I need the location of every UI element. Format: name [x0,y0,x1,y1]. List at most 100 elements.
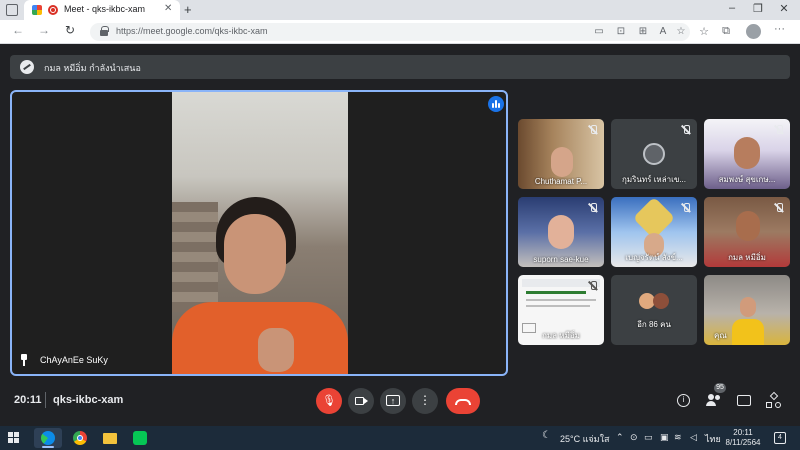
microphone-toggle-button[interactable]: 🎙 [316,388,342,414]
info-icon: i [677,394,690,407]
camera-toggle-button[interactable] [348,388,374,414]
weather-moon-icon[interactable]: ☾ [542,430,551,441]
meeting-details-button[interactable]: i [675,392,693,410]
people-button[interactable] [705,392,723,410]
forward-button[interactable]: → [36,23,52,37]
mic-off-icon [681,203,691,213]
shared-screen-line [526,305,590,307]
maximize-button[interactable]: ❐ [748,2,768,15]
minimize-button[interactable]: – [722,2,742,14]
more-options-button[interactable]: ⋮ [412,388,438,414]
speaker-face [224,214,286,294]
folder-icon [103,433,117,444]
meet-favicon-icon [32,5,42,15]
favorites-bar-icon[interactable]: ☆ [696,25,712,38]
participant-name: คุณ [714,331,727,340]
taskbar-edge-app[interactable] [34,428,62,448]
participant-tile[interactable]: Chuthamat P... [518,119,604,189]
recording-indicator-icon [48,5,58,15]
activities-button[interactable] [765,391,783,410]
taskbar-chrome-app[interactable] [66,428,94,448]
notification-center-icon[interactable]: 4 [774,432,786,444]
tray-chevron-icon[interactable]: ⌃ [616,432,624,443]
new-tab-button[interactable]: + [184,2,192,17]
taskbar-line-app[interactable] [126,428,154,448]
present-arrow-icon: ↑ [390,396,396,406]
participant-name: กมล หมีอิ่ม [542,331,580,340]
hang-up-icon [455,399,471,405]
collections-icon[interactable]: ⧉ [718,25,734,38]
profile-avatar[interactable] [746,24,761,39]
video-background-stairs [172,202,218,312]
chat-button[interactable] [735,392,753,410]
read-aloud-icon[interactable]: A [656,26,670,37]
camera-icon [355,397,364,405]
cast-icon[interactable]: ⊡ [614,26,628,37]
participant-tile[interactable]: suporn sae-kue [518,197,604,267]
taskbar-file-explorer[interactable] [96,428,124,448]
participant-tile[interactable]: กุมรินทร์ เหล่าเข... [611,119,697,189]
weather-text[interactable]: 25°C แจ่มใส [560,432,610,446]
mic-off-icon [588,281,598,291]
speaker-video [172,92,348,374]
tray-battery-icon[interactable]: ▭ [644,432,653,443]
line-icon [133,431,147,445]
browser-tab-meet[interactable]: Meet - qks-ikbc-xam ✕ [24,0,180,20]
taskbar-clock[interactable]: 20:11 8/11/2564 [720,428,766,448]
install-app-icon[interactable]: ⊞ [636,26,650,37]
camera-in-use-icon[interactable]: ▭ [592,26,606,37]
participant-figure [551,147,573,177]
activities-icon-shape [775,402,781,408]
main-speaker-tile[interactable]: ChAyAnEe SuKy [10,90,508,376]
tray-wifi-icon[interactable]: ≋ [674,432,682,443]
pin-icon[interactable] [20,354,28,366]
activities-icon-shape [766,402,772,408]
present-screen-button[interactable]: ↑ [380,388,406,414]
participant-tile[interactable]: กมล หมีอิ่ม [704,197,790,267]
participant-tile-self[interactable]: คุณ [704,275,790,345]
speaker-hand [258,328,294,372]
clock-time: 20:11 [733,428,753,437]
shared-screen-line [526,299,596,301]
windows-taskbar: ☾ 25°C แจ่มใส ⌃ ⊙ ▭ ▣ ≋ ◁ ไทย 20:11 8/11… [0,426,800,450]
people-icon [708,394,714,400]
participant-figure [740,297,756,317]
shared-screen-line [526,291,586,294]
address-bar[interactable]: https://meet.google.com/qks-ikbc-xam ▭ ⊡… [90,23,690,41]
more-participants-label: อีก 86 คน [637,320,671,329]
tab-title: Meet - qks-ikbc-xam [64,4,146,14]
participant-name: สมพงษ์ สุขเกษ... [718,175,776,184]
camera-lens-icon [364,398,368,404]
participant-tile[interactable]: กมล หมีอิ่ม [518,275,604,345]
activities-icon [769,391,779,401]
participant-figure [734,137,760,169]
participant-tile[interactable]: สมพงษ์ สุขเกษ... [704,119,790,189]
tray-display-icon[interactable]: ▣ [660,432,669,443]
edge-icon [41,431,55,445]
clock-date: 8/11/2564 [725,438,761,447]
people-count-badge: 95 [714,383,726,393]
tray-volume-icon[interactable]: ◁ [690,432,697,443]
presenting-banner: กมล หมีอิ่ม กำลังนำเสนอ [10,55,790,79]
close-window-button[interactable]: ✕ [774,2,794,15]
favorite-star-icon[interactable]: ☆ [674,26,688,37]
participant-tile[interactable]: เบญจรัตน์ สังข์... [611,197,697,267]
presenting-banner-text: กมล หมีอิ่ม กำลังนำเสนอ [44,63,141,73]
lock-icon[interactable] [100,26,109,36]
tab-actions-icon[interactable] [6,4,18,16]
input-language[interactable]: ไทย [705,432,721,446]
leave-call-button[interactable] [446,388,480,414]
chrome-icon-center [77,435,83,441]
participant-tile-overflow[interactable]: อีก 86 คน [611,275,697,345]
windows-start-button[interactable] [8,432,20,444]
url-text[interactable]: https://meet.google.com/qks-ikbc-xam [116,26,268,36]
browser-menu-icon[interactable]: ··· [774,23,785,35]
more-vert-icon: ⋮ [419,393,431,407]
participant-avatar [643,143,665,165]
tab-close-icon[interactable]: ✕ [164,3,172,14]
browser-tab-strip: Meet - qks-ikbc-xam ✕ + – ❐ ✕ [0,0,800,20]
meeting-time: 20:11 [14,394,42,406]
tray-network-icon[interactable]: ⊙ [630,432,638,443]
back-button[interactable]: ← [10,23,26,37]
reload-button[interactable]: ↻ [62,23,78,37]
